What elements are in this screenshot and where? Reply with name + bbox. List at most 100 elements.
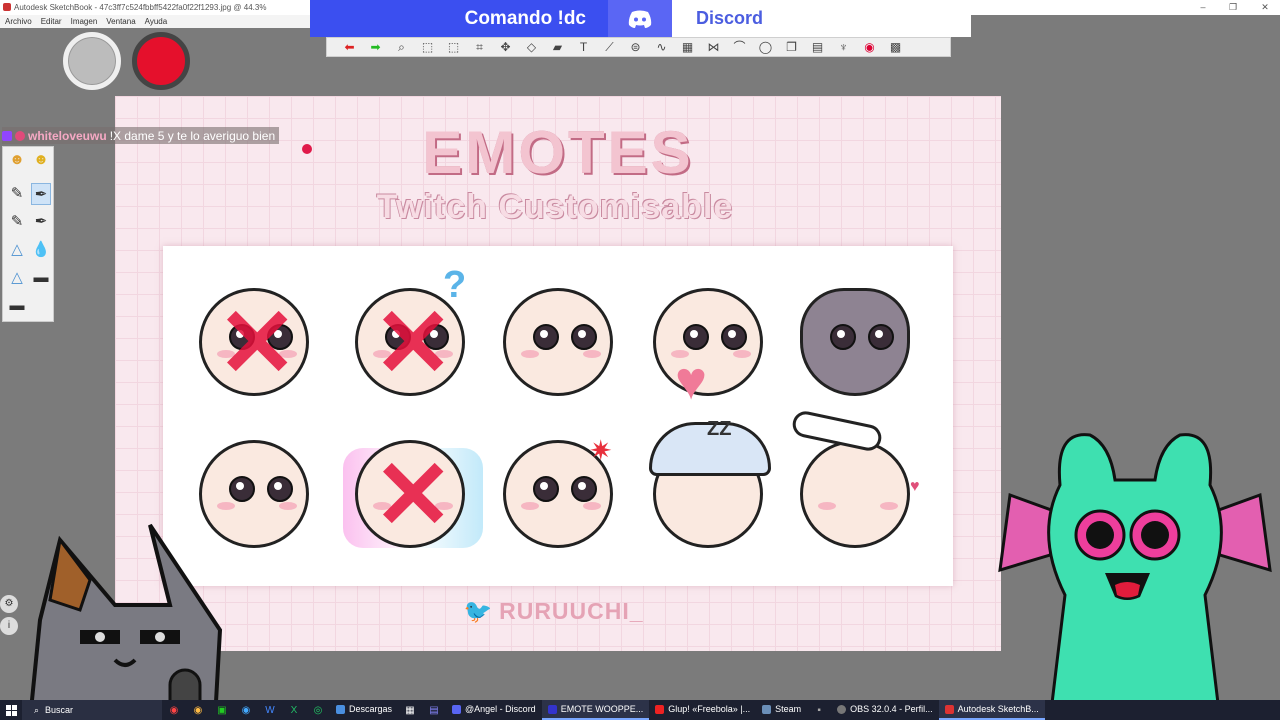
move-icon[interactable]: ✥ (495, 40, 516, 55)
taskbar-app-discord[interactable]: @Angel - Discord (446, 700, 542, 720)
obs-icon (837, 704, 847, 714)
menu-imagen[interactable]: Imagen (71, 17, 98, 26)
emote-hype: ✕ (343, 418, 483, 560)
app-label: EMOTE WOOPPE... (560, 704, 644, 714)
calculator-icon[interactable]: ▦ (398, 700, 422, 720)
emotes-subtitle: Twitch Customisable (376, 188, 734, 226)
shape-icon[interactable]: ◯ (755, 40, 776, 55)
puck-icon[interactable]: ☻ (31, 149, 51, 171)
windows-taskbar: ⌕ Buscar ◉ ◉ ▣ ◉ W X ◎ Descargas ▦ ▤ @An… (0, 700, 1280, 720)
menu-archivo[interactable]: Archivo (5, 17, 32, 26)
heart-badge-icon (15, 130, 25, 141)
taskbar-app-sketchbook[interactable]: Autodesk SketchB... (938, 700, 1045, 720)
taskbar-app-youtube[interactable]: Glup! «Freebola» |... (649, 700, 756, 720)
steam-icon (762, 704, 772, 714)
excel-icon[interactable]: X (282, 700, 306, 720)
twitch-badge-icon (2, 130, 12, 141)
blur-icon[interactable]: 💧 (31, 239, 51, 261)
menu-ayuda[interactable]: Ayuda (145, 17, 168, 26)
minimize-button[interactable]: – (1188, 0, 1218, 15)
discord-icon (452, 704, 462, 714)
browser-icon[interactable]: ◉ (234, 700, 258, 720)
sketchbook-app-icon (3, 3, 11, 11)
hard-eraser-icon[interactable]: ▬ (7, 295, 27, 317)
heart-icon: ♥ (675, 351, 708, 411)
taskbar-app-obs[interactable]: OBS 32.0.4 - Perfil... (831, 700, 939, 720)
cross-mark-icon: ✕ (373, 290, 454, 397)
emote-love: ♥ (641, 266, 781, 408)
select-icon[interactable]: ⬚ (417, 40, 438, 55)
emote-wave: ✕ (187, 266, 327, 408)
maximize-button[interactable]: ❐ (1218, 0, 1248, 15)
taskbar-app-descargas[interactable]: Descargas (330, 700, 398, 720)
settings-icon[interactable]: ⚙ (0, 595, 18, 613)
menu-ventana[interactable]: Ventana (106, 17, 135, 26)
taskbar-app-emote[interactable]: EMOTE WOOPPE... (541, 700, 650, 720)
chat-message: whiteloveuwu !X dame 5 y te lo averiguo … (2, 127, 280, 144)
taskbar-search[interactable]: ⌕ Buscar (22, 700, 162, 720)
grid-icon[interactable]: ▦ (677, 40, 698, 55)
main-toolbar: ⬅ ➡ ⌕ ⬚ ⬚ ⌗ ✥ ◇ ▰ T ⟋ ⊜ ∿ ▦ ⋈ ⌒ ◯ ❐ ▤ ♆ … (326, 37, 951, 57)
distort-icon[interactable]: ◇ (521, 40, 542, 55)
ruler-icon[interactable]: ⟋ (599, 40, 620, 55)
redo-icon[interactable]: ➡ (365, 40, 386, 55)
axolotl-avatar (998, 433, 1272, 720)
windows-logo-icon (5, 704, 17, 716)
crop-icon[interactable]: ⌗ (469, 40, 490, 55)
menu-bar: Archivo Editar Imagen Ventana Ayuda (0, 15, 310, 28)
chat-username: whiteloveuwu (28, 128, 107, 143)
copic-icon[interactable]: ▤ (807, 40, 828, 55)
fill-icon[interactable]: ▰ (547, 40, 568, 55)
download-folder-icon (336, 704, 345, 714)
youtube-icon (655, 704, 665, 714)
word-icon[interactable]: W (258, 700, 282, 720)
app-label: OBS 32.0.4 - Perfil... (850, 704, 933, 714)
eraser-icon[interactable]: ▬ (31, 267, 51, 289)
curve-icon[interactable]: ∿ (651, 40, 672, 55)
ink-pen-icon[interactable]: ✒ (31, 211, 51, 233)
twitter-bird-icon: 🐦 (463, 598, 494, 624)
lasso-icon[interactable]: ⬚ (443, 40, 464, 55)
chrome-icon[interactable]: ◉ (162, 700, 186, 720)
search-label: Buscar (45, 705, 74, 715)
smudge-icon[interactable]: △ (7, 267, 27, 289)
pencil-icon[interactable]: ✎ (7, 183, 27, 205)
close-button[interactable]: ✕ (1250, 0, 1280, 15)
browser-tab-icon (547, 704, 557, 714)
lagoon-icon[interactable]: ☻ (7, 149, 27, 171)
undo-icon[interactable]: ⬅ (339, 40, 360, 55)
ellipse-icon[interactable]: ⊜ (625, 40, 646, 55)
sleep-zz-icon: ZZ (707, 418, 732, 440)
chrome-alt-icon[interactable]: ◉ (186, 700, 210, 720)
discord-logo-icon (608, 0, 672, 37)
anger-mark-icon: ✷ (589, 435, 613, 466)
chat-text: !X dame 5 y te lo averiguo bien (109, 128, 276, 143)
question-mark-icon: ? (443, 264, 467, 306)
app-icon[interactable]: ▪ (807, 700, 831, 720)
start-button[interactable] (0, 700, 22, 720)
pen-icon[interactable]: ✒ (31, 183, 51, 205)
notepad-icon[interactable]: ▤ (422, 700, 446, 720)
twitter-handle: RURUUCHI_ (499, 598, 644, 624)
brushes-icon[interactable]: ♆ (833, 40, 854, 55)
media-icon[interactable]: ▣ (210, 700, 234, 720)
info-icon[interactable]: i (0, 617, 18, 635)
zoom-icon[interactable]: ⌕ (391, 40, 412, 55)
emote-shock (788, 266, 928, 408)
menu-editar[interactable]: Editar (41, 17, 62, 26)
symmetry-icon[interactable]: ⋈ (703, 40, 724, 55)
marker-icon[interactable]: ✎ (7, 211, 27, 233)
stroke-icon[interactable]: ⌒ (729, 40, 750, 55)
text-icon[interactable]: T (573, 40, 594, 55)
primary-color-puck[interactable] (63, 32, 121, 90)
layers-icon[interactable]: ❐ (781, 40, 802, 55)
color-wheel-icon[interactable]: ◉ (859, 40, 880, 55)
search-icon: ⌕ (34, 704, 40, 715)
taskbar-app-steam[interactable]: Steam (756, 700, 807, 720)
brush-cursor (302, 144, 312, 154)
secondary-color-puck[interactable] (132, 32, 190, 90)
palette-icon[interactable]: ▩ (885, 40, 906, 55)
discord-label: Discord (672, 0, 971, 37)
whatsapp-icon[interactable]: ◎ (306, 700, 330, 720)
airbrush-icon[interactable]: △ (7, 239, 27, 261)
